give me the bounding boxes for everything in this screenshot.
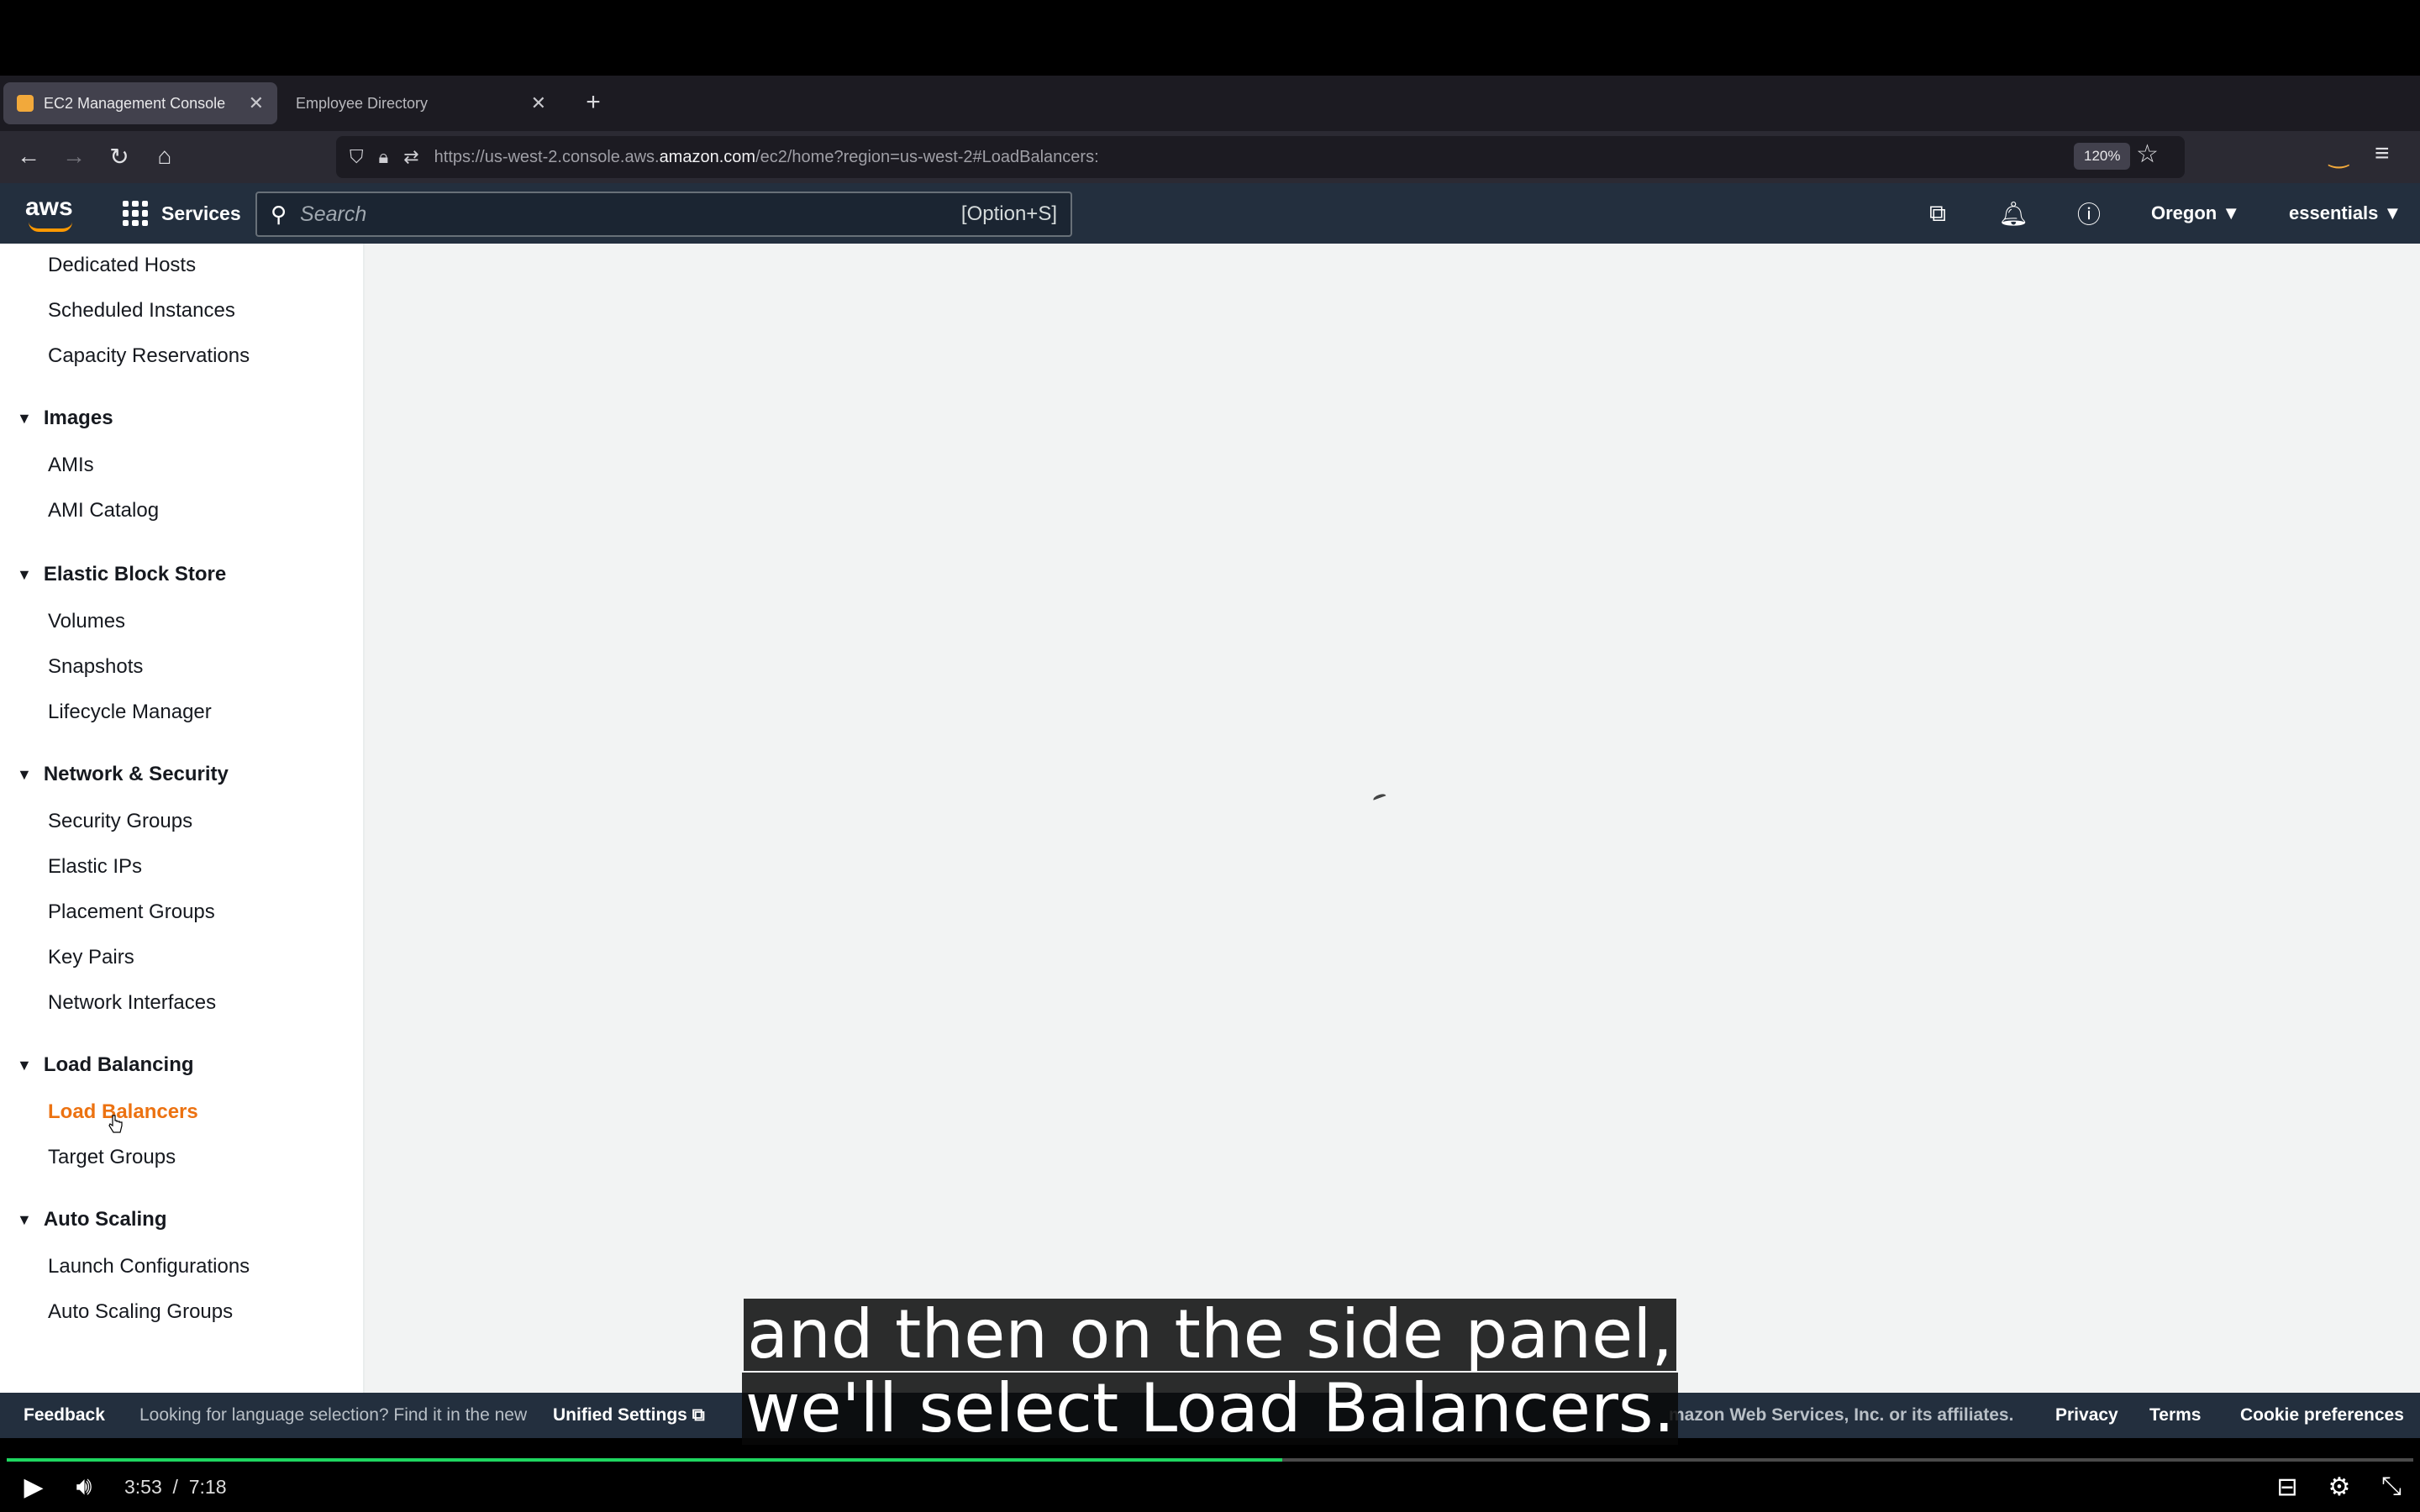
new-tab-plus-icon[interactable]: +	[576, 84, 610, 121]
help-icon[interactable]: ⓘ	[2074, 198, 2104, 228]
caption-text: we'll select Load Balancers.	[741, 1373, 1679, 1445]
url-bar[interactable]: ⛉ 🔒︎ ⇄ https://us-west-2.console.aws.ama…	[336, 136, 2185, 178]
forward-arrow-icon[interactable]: →	[57, 139, 91, 173]
aws-logo-text: aws	[25, 193, 73, 221]
section-title: Auto Scaling	[43, 1208, 167, 1231]
section-title: Network & Security	[43, 763, 229, 785]
tab-title: EC2 Management Console	[44, 94, 226, 112]
sidebar-item-placement-groups[interactable]: Placement Groups	[48, 900, 215, 924]
video-time: 3:53 / 7:18	[124, 1468, 226, 1505]
caption-line-1: and then on the side panel,	[0, 1299, 2420, 1371]
aws-smile-icon	[29, 222, 72, 232]
section-title: Images	[43, 407, 113, 429]
cloudshell-icon[interactable]: ⧉	[1923, 198, 1953, 228]
sidebar-item-ami-catalog[interactable]: AMI Catalog	[48, 499, 159, 522]
search-placeholder: Search	[300, 202, 367, 226]
sidebar-section-images[interactable]: ▼ Images	[17, 407, 113, 430]
current-time: 3:53	[124, 1475, 162, 1498]
aws-logo[interactable]: aws	[25, 193, 76, 234]
zoom-level-badge[interactable]: 120%	[2074, 143, 2131, 170]
tab-ec2-console[interactable]: EC2 Management Console ✕	[3, 82, 277, 124]
time-separator: /	[172, 1475, 178, 1498]
search-input[interactable]: ⚲ Search [Option+S]	[255, 192, 1072, 237]
sidebar-item-snapshots[interactable]: Snapshots	[48, 655, 143, 679]
browser-nav-bar: ← → ↻ ⌂ ⛉ 🔒︎ ⇄ https://us-west-2.console…	[0, 131, 2420, 183]
caret-down-icon: ▼	[17, 565, 32, 583]
extension-icon[interactable]: ‿	[2329, 141, 2349, 169]
sidebar-item-target-groups[interactable]: Target Groups	[48, 1146, 176, 1169]
browser-tab-bar: EC2 Management Console ✕ Employee Direct…	[0, 76, 2420, 131]
search-icon: ⚲	[271, 201, 287, 227]
sidebar-item-capacity-reservations[interactable]: Capacity Reservations	[48, 344, 250, 368]
sidebar-section-elastic-block-store[interactable]: ▼ Elastic Block Store	[17, 563, 226, 586]
close-icon[interactable]: ✕	[531, 92, 546, 114]
shield-icon[interactable]: ⛉	[350, 146, 364, 168]
section-title: Elastic Block Store	[43, 563, 227, 585]
sidebar-item-key-pairs[interactable]: Key Pairs	[48, 946, 134, 969]
volume-icon[interactable]: 🔊︎	[64, 1468, 104, 1505]
sidebar-item-volumes[interactable]: Volumes	[48, 610, 125, 633]
back-arrow-icon[interactable]: ←	[12, 139, 45, 173]
caption-line-2: we'll select Load Balancers.	[0, 1373, 2420, 1445]
services-label: Services	[161, 202, 241, 224]
sidebar-section-network-security[interactable]: ▼ Network & Security	[17, 763, 229, 786]
pointer-hand-cursor-icon	[108, 1115, 123, 1133]
caret-down-icon: ▼	[17, 765, 32, 783]
url-text[interactable]: https://us-west-2.console.aws.amazon.com…	[434, 148, 2171, 167]
sidebar-item-lifecycle-manager[interactable]: Lifecycle Manager	[48, 701, 212, 724]
sidebar-item-elastic-ips[interactable]: Elastic IPs	[48, 855, 142, 879]
sidebar-item-network-interfaces[interactable]: Network Interfaces	[48, 991, 216, 1015]
play-icon[interactable]: ▶	[17, 1468, 50, 1505]
region-selector[interactable]: Oregon ▼	[2151, 183, 2240, 244]
tab-title: Employee Directory	[296, 94, 429, 112]
video-letterbox	[0, 0, 2420, 76]
sidebar-section-auto-scaling[interactable]: ▼ Auto Scaling	[17, 1208, 167, 1231]
aws-favicon-icon	[17, 95, 34, 112]
sidebar-section-load-balancing[interactable]: ▼ Load Balancing	[17, 1053, 194, 1077]
browser-menu-icon[interactable]: ≡	[2375, 139, 2390, 168]
sidebar-item-security-groups[interactable]: Security Groups	[48, 810, 192, 833]
caret-down-icon: ▼	[17, 409, 32, 427]
sidebar-item-scheduled-instances[interactable]: Scheduled Instances	[48, 299, 235, 323]
main-content-area	[365, 244, 2420, 1393]
ec2-side-navigation: Dedicated Hosts Scheduled Instances Capa…	[0, 244, 365, 1393]
close-icon[interactable]: ✕	[249, 92, 264, 114]
tab-employee-directory[interactable]: Employee Directory ✕	[282, 82, 560, 124]
sidebar-item-amis[interactable]: AMIs	[48, 454, 94, 477]
exit-fullscreen-icon[interactable]: ⤡	[2375, 1468, 2408, 1505]
sidebar-item-dedicated-hosts[interactable]: Dedicated Hosts	[48, 254, 196, 277]
aws-console-header: aws Services ⚲ Search [Option+S] ⧉ 🔔︎ ⓘ …	[0, 183, 2420, 244]
caret-down-icon: ▼	[17, 1210, 32, 1228]
video-player-controls: ▶ 🔊︎ 3:53 / 7:18 ⊟ ⚙ ⤡	[0, 1462, 2420, 1512]
bookmark-star-icon[interactable]: ☆	[2136, 139, 2159, 169]
duration: 7:18	[188, 1475, 227, 1498]
account-menu[interactable]: essentials ▼	[2289, 183, 2402, 244]
home-icon[interactable]: ⌂	[148, 139, 182, 173]
reload-icon[interactable]: ↻	[103, 139, 136, 173]
caption-text: and then on the side panel,	[744, 1299, 1676, 1371]
services-menu-button[interactable]: Services	[123, 183, 241, 244]
captions-icon[interactable]: ⊟	[2270, 1468, 2304, 1505]
sidebar-item-launch-configurations[interactable]: Launch Configurations	[48, 1255, 250, 1278]
permissions-icon[interactable]: ⇄	[403, 146, 418, 168]
section-title: Load Balancing	[43, 1053, 194, 1076]
notifications-bell-icon[interactable]: 🔔︎	[1998, 198, 2028, 228]
lock-icon[interactable]: 🔒︎	[379, 146, 389, 168]
settings-gear-icon[interactable]: ⚙	[2323, 1468, 2356, 1505]
search-shortcut-hint: [Option+S]	[960, 202, 1057, 225]
caret-down-icon: ▼	[17, 1056, 32, 1074]
grid-icon	[123, 201, 148, 226]
